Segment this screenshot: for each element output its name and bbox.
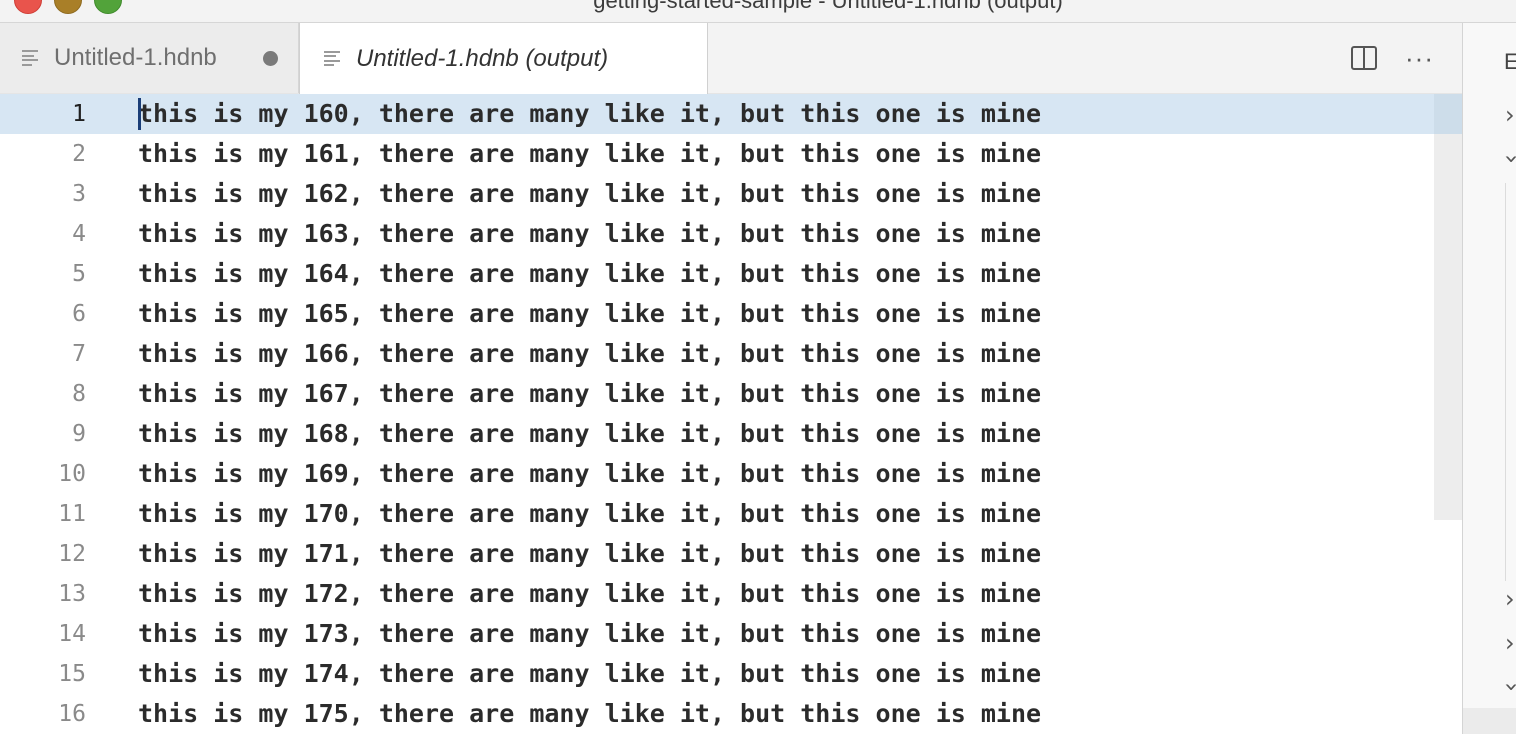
line-number: 5 [72, 261, 86, 287]
line-number: 8 [72, 381, 86, 407]
line-text[interactable]: this is my 168, there are many like it, … [138, 414, 1041, 454]
editor-line[interactable]: 6 this is my 165, there are many like it,… [0, 294, 1462, 334]
line-number: 16 [58, 701, 86, 727]
line-number: 2 [72, 141, 86, 167]
line-text[interactable]: this is my 162, there are many like it, … [138, 174, 1041, 214]
chevron-right-icon[interactable]: › [1505, 631, 1515, 655]
editor-line[interactable]: 1 this is my 160, there are many like it,… [0, 94, 1462, 134]
line-text[interactable]: this is my 166, there are many like it, … [138, 334, 1041, 374]
line-number: 4 [72, 221, 86, 247]
line-text[interactable]: this is my 175, there are many like it, … [138, 694, 1041, 734]
chevron-right-icon[interactable]: › [1505, 587, 1515, 611]
editor-text-area[interactable]: 1 this is my 160, there are many like it,… [0, 94, 1462, 734]
tab-untitled-notebook[interactable]: Untitled-1.hdnb [0, 23, 299, 93]
line-number: 15 [58, 661, 86, 687]
editor-line[interactable]: 16 this is my 175, there are many like it… [0, 694, 1462, 734]
line-text[interactable]: this is my 161, there are many like it, … [138, 134, 1041, 174]
editor-line[interactable]: 11 this is my 170, there are many like it… [0, 494, 1462, 534]
line-text[interactable]: this is my 163, there are many like it, … [138, 214, 1041, 254]
line-text[interactable]: this is my 160, there are many like it, … [138, 94, 1041, 134]
line-text[interactable]: this is my 174, there are many like it, … [138, 654, 1041, 694]
editor-line[interactable]: 4 this is my 163, there are many like it,… [0, 214, 1462, 254]
more-actions-icon[interactable]: ··· [1405, 45, 1434, 71]
title-bar: getting-started-sample - Untitled-1.hdnb… [0, 0, 1516, 23]
scrollbar-current-line-marker [1434, 94, 1462, 134]
line-text[interactable]: this is my 172, there are many like it, … [138, 574, 1041, 614]
right-sidebar: E › › › › › [1462, 23, 1516, 734]
tab-bar: Untitled-1.hdnb Untitled-1.hdnb (output)… [0, 23, 1462, 94]
sidebar-header-label: E [1504, 49, 1516, 74]
window-title: getting-started-sample - Untitled-1.hdnb… [593, 0, 1063, 13]
editor-line[interactable]: 12 this is my 171, there are many like it… [0, 534, 1462, 574]
line-number: 6 [72, 301, 86, 327]
chevron-right-icon[interactable]: › [1505, 103, 1515, 127]
line-number: 9 [72, 421, 86, 447]
editor-group: Untitled-1.hdnb Untitled-1.hdnb (output)… [0, 23, 1462, 734]
editor-line[interactable]: 9 this is my 168, there are many like it,… [0, 414, 1462, 454]
editor-line[interactable]: 15 this is my 174, there are many like it… [0, 654, 1462, 694]
line-text[interactable]: this is my 164, there are many like it, … [138, 254, 1041, 294]
line-text[interactable]: this is my 167, there are many like it, … [138, 374, 1041, 414]
line-number: 3 [72, 181, 86, 207]
line-text[interactable]: this is my 173, there are many like it, … [138, 614, 1041, 654]
editor-line[interactable]: 10 this is my 169, there are many like it… [0, 454, 1462, 494]
editor-line[interactable]: 7 this is my 166, there are many like it,… [0, 334, 1462, 374]
line-text[interactable]: this is my 170, there are many like it, … [138, 494, 1041, 534]
editor-line[interactable]: 2 this is my 161, there are many like it,… [0, 134, 1462, 174]
line-number: 14 [58, 621, 86, 647]
line-text[interactable]: this is my 169, there are many like it, … [138, 454, 1041, 494]
tab-label: Untitled-1.hdnb [54, 44, 217, 71]
tab-untitled-output[interactable]: Untitled-1.hdnb (output) [299, 23, 708, 94]
sidebar-tree-guide [1505, 183, 1506, 581]
tab-label: Untitled-1.hdnb (output) [356, 44, 609, 72]
editor-line[interactable]: 3 this is my 162, there are many like it,… [0, 174, 1462, 214]
unsaved-dot-icon[interactable] [263, 51, 278, 66]
line-number: 7 [72, 341, 86, 367]
chevron-down-icon[interactable]: › [1498, 154, 1516, 164]
editor-line[interactable]: 5 this is my 164, there are many like it,… [0, 254, 1462, 294]
line-number: 1 [72, 101, 86, 127]
line-number: 12 [58, 541, 86, 567]
text-cursor [138, 98, 141, 130]
editor-actions: ··· [1351, 23, 1434, 93]
line-number: 13 [58, 581, 86, 607]
vertical-scrollbar[interactable] [1434, 94, 1462, 520]
sidebar-footer [1463, 708, 1516, 734]
editor-line[interactable]: 8 this is my 167, there are many like it,… [0, 374, 1462, 414]
editor-line[interactable]: 14 this is my 173, there are many like it… [0, 614, 1462, 654]
line-text[interactable]: this is my 165, there are many like it, … [138, 294, 1041, 334]
split-editor-icon[interactable] [1351, 46, 1378, 70]
file-lines-icon [22, 50, 40, 66]
editor-line[interactable]: 13 this is my 172, there are many like it… [0, 574, 1462, 614]
file-lines-icon [324, 50, 342, 67]
line-text[interactable]: this is my 171, there are many like it, … [138, 534, 1041, 574]
chevron-down-icon[interactable]: › [1498, 682, 1516, 692]
line-number: 11 [58, 501, 86, 527]
line-number: 10 [58, 461, 86, 487]
